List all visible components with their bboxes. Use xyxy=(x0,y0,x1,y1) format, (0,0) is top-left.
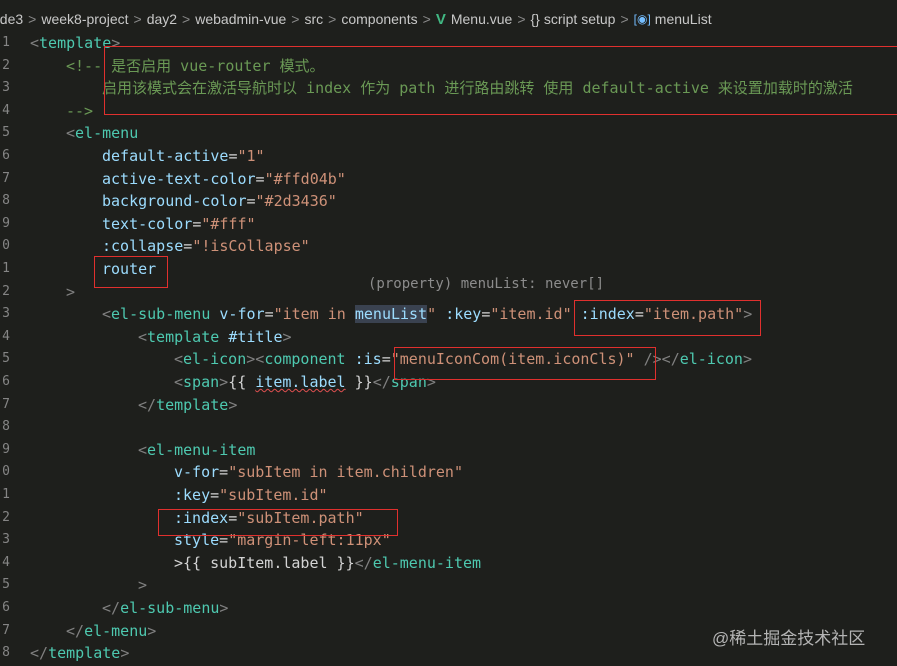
line-number: 6 xyxy=(2,148,10,163)
chevron-right-icon: > xyxy=(28,11,37,27)
code-line: <el-sub-menu v-for="item in menuList" :k… xyxy=(102,305,753,324)
line-number: 1 xyxy=(2,261,10,276)
chevron-right-icon: > xyxy=(328,11,337,27)
line-number: 3 xyxy=(2,80,10,96)
code-line: <template> xyxy=(30,34,121,52)
code-line: > xyxy=(138,576,148,595)
line-number: 6 xyxy=(2,374,10,389)
line-number: 5 xyxy=(2,351,10,367)
chevron-right-icon: > xyxy=(133,11,142,27)
code-line-comment: <!-- 是否启用 vue-router 模式。 xyxy=(66,56,325,75)
chevron-right-icon: > xyxy=(182,11,191,27)
line-number: 2 xyxy=(2,57,10,73)
breadcrumb-item[interactable]: src xyxy=(304,11,323,27)
code-line: </el-sub-menu> xyxy=(102,599,229,617)
code-line: default-active="1" xyxy=(102,147,265,165)
code-line: </template> xyxy=(138,395,238,414)
breadcrumb-item[interactable]: ode3 xyxy=(0,11,23,27)
symbol-field-icon: [◉] xyxy=(633,12,651,26)
line-number: 7 xyxy=(2,622,10,638)
line-number-gutter: 1 2 3 4 5 6 7 8 9 0 1 2 3 4 5 6 7 8 9 0 … xyxy=(0,32,14,666)
watermark: @稀土掘金技术社区 xyxy=(712,629,866,648)
chevron-right-icon: > xyxy=(291,11,300,27)
code-line: v-for="subItem in item.children" xyxy=(174,463,463,482)
code-line: style="margin-left:11px" xyxy=(174,531,391,550)
line-number: 3 xyxy=(2,306,10,322)
line-number: 8 xyxy=(2,419,10,435)
line-number: 5 xyxy=(2,577,10,593)
code-line: :key="subItem.id" xyxy=(174,486,328,504)
code-line: <el-menu-item xyxy=(138,440,256,459)
line-number: 4 xyxy=(2,328,10,344)
line-number: 6 xyxy=(2,600,10,615)
code-line-comment: --> xyxy=(66,101,94,120)
line-number: 1 xyxy=(2,35,10,50)
breadcrumb-item-file[interactable]: Menu.vue xyxy=(451,11,512,27)
line-number: 3 xyxy=(2,532,10,548)
line-number: 8 xyxy=(2,193,10,209)
vue-file-icon: V xyxy=(435,10,446,28)
code-line: </template> xyxy=(30,644,130,663)
chevron-right-icon: > xyxy=(620,11,629,27)
line-number: 1 xyxy=(2,487,10,502)
line-number: 9 xyxy=(2,215,10,231)
line-number: 7 xyxy=(2,170,10,186)
braces-icon: {} xyxy=(530,11,540,27)
line-number: 0 xyxy=(2,238,10,254)
line-number: 2 xyxy=(2,509,10,525)
breadcrumb-item[interactable]: webadmin-vue xyxy=(195,11,286,27)
tag-name: template xyxy=(39,34,112,52)
line-number: 8 xyxy=(2,645,10,661)
code-line: <template #title> xyxy=(138,327,292,346)
code-line: <el-menu xyxy=(66,124,139,143)
code-line: background-color="#2d3436" xyxy=(102,192,337,211)
line-number: 4 xyxy=(2,102,10,118)
code-line: :collapse="!isCollapse" xyxy=(102,237,310,256)
code-line: <el-icon><component :is="menuIconCom(ite… xyxy=(174,350,752,369)
chevron-right-icon: > xyxy=(517,11,526,27)
line-number: 4 xyxy=(2,554,10,570)
code-line: <span>{{ item.label }}</span> xyxy=(174,373,436,391)
code-line: > xyxy=(66,282,76,301)
code-line: >{{ subItem.label }}</el-menu-item xyxy=(174,553,482,572)
code-line: router xyxy=(102,260,157,278)
line-number: 7 xyxy=(2,396,10,412)
breadcrumb-item[interactable]: day2 xyxy=(147,11,177,27)
code-editor[interactable]: 1 2 3 4 5 6 7 8 9 0 1 2 3 4 5 6 7 8 9 0 … xyxy=(0,32,897,666)
line-number: 0 xyxy=(2,464,10,480)
chevron-right-icon: > xyxy=(422,11,431,27)
hover-tooltip: (property) menuList: never[] xyxy=(368,276,605,292)
code-line-comment: 启用该模式会在激活导航时以 index 作为 path 进行路由跳转 使用 de… xyxy=(102,79,853,98)
line-number: 9 xyxy=(2,441,10,457)
code-line: </el-menu> xyxy=(66,621,157,640)
line-number: 5 xyxy=(2,125,10,141)
hovered-symbol[interactable]: menuList xyxy=(354,305,428,324)
code-line: active-text-color="#ffd04b" xyxy=(102,169,346,188)
code-line: text-color="#fff" xyxy=(102,214,256,233)
breadcrumb-item[interactable]: components xyxy=(341,11,417,27)
code-line: :index="subItem.path" xyxy=(174,508,364,527)
breadcrumb-item[interactable]: week8-project xyxy=(41,11,128,27)
breadcrumb-item[interactable]: script setup xyxy=(544,11,616,27)
breadcrumb-item-symbol[interactable]: menuList xyxy=(655,11,712,27)
line-number: 2 xyxy=(2,283,10,299)
